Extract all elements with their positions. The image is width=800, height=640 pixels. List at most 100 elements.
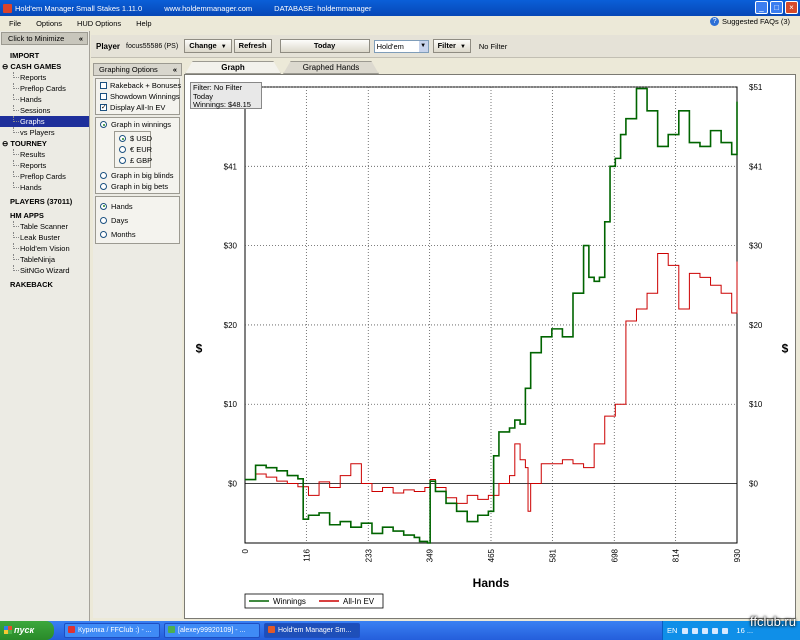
graph-in-winnings-radio[interactable]: Graph in winnings xyxy=(96,119,179,130)
nav-app-leak-buster[interactable]: Leak Buster xyxy=(0,232,89,243)
option-label: Days xyxy=(111,215,129,225)
x-unit-months-radio[interactable]: Months xyxy=(96,227,179,241)
nav-cash-games-label: CASH GAMES xyxy=(10,62,62,71)
nav-cash-preflop-cards[interactable]: Preflop Cards xyxy=(0,83,89,94)
nav-app-table-scanner[interactable]: Table Scanner xyxy=(0,221,89,232)
taskbar-item-browser[interactable]: Курилка / FFClub :) - ... xyxy=(64,623,160,638)
nav-rakeback[interactable]: RAKEBACK xyxy=(0,279,89,290)
menu-options[interactable]: Options xyxy=(27,19,68,28)
showdown-winnings-checkbox[interactable]: Showdown Winnings xyxy=(96,91,180,102)
y-tick-label-right: $0 xyxy=(749,480,758,489)
y-tick-label-left: $30 xyxy=(224,242,238,251)
nav-cash-vs-players[interactable]: vs Players xyxy=(0,127,89,138)
app-window: Hold'em Manager Small Stakes 1.11.0 www.… xyxy=(0,0,800,640)
menu-file[interactable]: File xyxy=(0,19,27,28)
legend-label: Winnings xyxy=(273,597,306,606)
database-label: DATABASE: holdemmanager xyxy=(274,3,372,13)
y-tick-label-right: $41 xyxy=(749,162,763,171)
y-tick-label-left: $10 xyxy=(224,400,238,409)
graph-in-big-bets-radio[interactable]: Graph in big bets xyxy=(96,181,179,192)
tray-app-icon[interactable] xyxy=(692,627,699,634)
close-window-icon[interactable]: × xyxy=(785,1,798,14)
taskbar-item-holdem-manager[interactable]: Hold'em Manager Sm... xyxy=(264,623,360,638)
nav-cash-hands[interactable]: Hands xyxy=(0,94,89,105)
y-tick-label-right: $20 xyxy=(749,321,763,330)
nav-cash-reports[interactable]: Reports xyxy=(0,72,89,83)
nav-cash-games[interactable]: ⊖ CASH GAMES xyxy=(0,61,89,72)
language-indicator[interactable]: EN xyxy=(667,626,677,635)
x-unit-hands-radio[interactable]: Hands xyxy=(96,199,179,213)
change-label: Change xyxy=(189,41,217,50)
chat-icon xyxy=(168,626,175,633)
player-toolbar: Player focus55586 (PS) Change ▼ Refresh T… xyxy=(91,35,800,58)
player-name: focus55586 (PS) xyxy=(126,42,179,50)
graph-tabs: Graph Graphed Hands xyxy=(185,61,381,74)
help-question-icon: ? xyxy=(710,17,720,26)
taskbar-item-chat[interactable]: [alexey99920109] - ... xyxy=(164,623,260,638)
tab-graphed-hands[interactable]: Graphed Hands xyxy=(283,61,379,74)
currency-usd-radio[interactable]: $ USD xyxy=(115,133,153,144)
maximize-window-icon[interactable]: □ xyxy=(770,1,783,14)
tray-app-icon[interactable] xyxy=(682,627,689,634)
nav-import[interactable]: IMPORT xyxy=(0,50,89,61)
option-label: $ USD xyxy=(130,134,153,143)
rakeback-bonuses-checkbox[interactable]: Rakeback + Bonuses xyxy=(96,80,181,91)
radio-selected-icon xyxy=(119,135,126,142)
x-unit-days-radio[interactable]: Days xyxy=(96,213,179,227)
graph-in-big-blinds-radio[interactable]: Graph in big blinds xyxy=(96,170,179,181)
nav-tourney-preflop-cards[interactable]: Preflop Cards xyxy=(0,171,89,182)
menu-bar: File Options HUD Options Help ? Suggeste… xyxy=(0,16,800,31)
task-label: Hold'em Manager Sm... xyxy=(278,627,352,634)
dropdown-arrow-icon: ▼ xyxy=(418,40,428,52)
nav-tourney-reports[interactable]: Reports xyxy=(0,160,89,171)
windows-taskbar: пуск Курилка / FFClub :) - ... [alexey99… xyxy=(0,621,800,640)
game-type-value: Hold'em xyxy=(376,41,404,51)
graph-unit-group: Graph in winnings $ USD € EUR £ GBP Grap… xyxy=(95,117,180,194)
nav-tourney-results[interactable]: Results xyxy=(0,149,89,160)
app-logo-icon xyxy=(3,3,12,13)
currency-gbp-radio[interactable]: £ GBP xyxy=(115,155,152,166)
holdem-manager-icon xyxy=(268,626,275,633)
tray-app-icon[interactable] xyxy=(722,627,729,634)
currency-eur-radio[interactable]: € EUR xyxy=(115,144,153,155)
y-tick-label-left: $20 xyxy=(224,321,238,330)
window-title: Hold'em Manager Small Stakes 1.11.0 xyxy=(15,3,143,13)
tab-graph[interactable]: Graph xyxy=(185,61,281,74)
refresh-button[interactable]: Refresh xyxy=(233,39,272,53)
radio-selected-icon xyxy=(100,121,107,128)
game-type-select[interactable]: Hold'em ▼ xyxy=(373,39,429,53)
menu-help[interactable]: Help xyxy=(127,19,157,28)
menu-hud-options[interactable]: HUD Options xyxy=(68,19,127,28)
nav-cash-graphs[interactable]: Graphs xyxy=(0,116,89,127)
nav-tourney-hands[interactable]: Hands xyxy=(0,182,89,193)
option-label: Showdown Winnings xyxy=(110,92,180,101)
y-tick-label-right: $10 xyxy=(749,400,763,409)
nav-players[interactable]: PLAYERS (37011) xyxy=(0,196,89,207)
tray-app-icon[interactable] xyxy=(702,627,709,634)
tray-app-icon[interactable] xyxy=(712,627,719,634)
start-button[interactable]: пуск xyxy=(0,621,54,640)
today-button[interactable]: Today xyxy=(279,39,370,53)
option-label: € EUR xyxy=(130,145,153,154)
x-tick-label: 581 xyxy=(548,548,557,562)
nav-hm-apps[interactable]: HM APPS xyxy=(0,210,89,221)
filter-button[interactable]: Filter ▼ xyxy=(432,39,471,53)
nav-app-holdem-vision[interactable]: Hold'em Vision xyxy=(0,243,89,254)
nav-cash-sessions[interactable]: Sessions xyxy=(0,105,89,116)
y-axis-label-left: $ xyxy=(196,342,203,356)
graphing-options-panel: Graphing Options « Rakeback + Bonuses Sh… xyxy=(93,63,182,618)
left-navigation: Click to Minimize « IMPORT ⊖ CASH GAMES … xyxy=(0,31,90,621)
minimize-window-icon[interactable]: _ xyxy=(755,1,768,14)
graphing-options-header[interactable]: Graphing Options « xyxy=(93,63,182,76)
x-tick-label: 814 xyxy=(672,548,681,562)
nav-app-sitngo-wizard[interactable]: SitNGo Wizard xyxy=(0,265,89,276)
radio-icon xyxy=(100,183,107,190)
display-allin-ev-checkbox[interactable]: ✓ Display All-In EV xyxy=(96,102,179,113)
nav-app-tableninja[interactable]: TableNinja xyxy=(0,254,89,265)
change-player-button[interactable]: Change ▼ xyxy=(184,39,232,53)
minimize-nav-button[interactable]: Click to Minimize « xyxy=(1,32,88,45)
nav-tourney[interactable]: ⊖ TOURNEY xyxy=(0,138,89,149)
suggested-faqs-link[interactable]: ? Suggested FAQs (3) xyxy=(710,17,790,26)
radio-selected-icon xyxy=(100,202,107,210)
browser-icon xyxy=(68,626,75,633)
